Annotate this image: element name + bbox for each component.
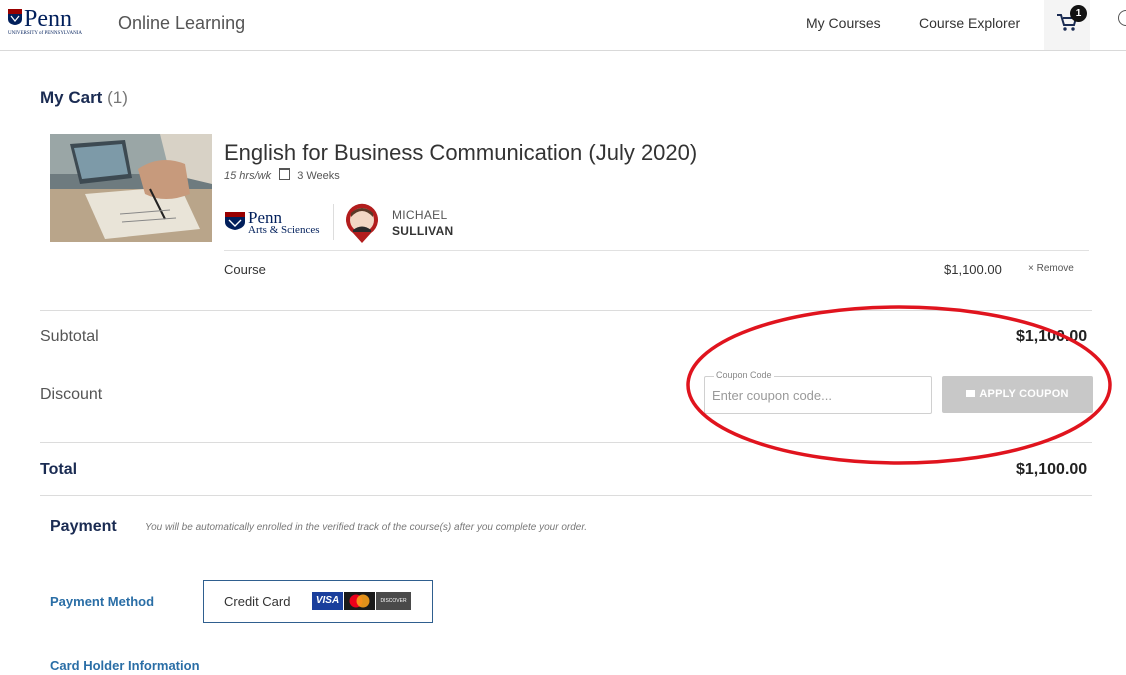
course-title[interactable]: English for Business Communication (July… <box>224 140 697 166</box>
course-hours: 15 hrs/wk <box>224 170 272 182</box>
payment-note: You will be automatically enrolled in th… <box>145 522 588 533</box>
penn-shield-icon <box>8 9 22 25</box>
total-label: Total <box>40 461 78 478</box>
penn-arts-shield-icon <box>225 212 245 230</box>
course-thumbnail[interactable] <box>50 134 212 242</box>
item-type-label: Course <box>224 262 266 277</box>
subtotal-value: $1,100.00 <box>1016 328 1088 345</box>
section-divider <box>40 442 1092 443</box>
item-price: $1,100.00 <box>944 262 1002 277</box>
card-holder-heading: Card Holder Information <box>50 658 200 673</box>
apply-coupon-label: APPLY COUPON <box>979 388 1069 400</box>
instructor-last-name: SULLIVAN <box>392 224 454 238</box>
penn-subtext: UNIVERSITY of PENNSYLVANIA <box>8 31 82 36</box>
payment-method-value: Credit Card <box>224 594 291 609</box>
remove-label: Remove <box>1036 263 1074 274</box>
section-divider <box>40 310 1092 311</box>
visa-icon: VISA <box>312 592 343 610</box>
mastercard-icon <box>344 592 375 610</box>
coupon-input[interactable] <box>712 386 924 404</box>
cart-button[interactable]: 1 <box>1044 0 1090 50</box>
ticket-icon <box>966 390 976 397</box>
apply-coupon-button[interactable]: APPLY COUPON <box>942 376 1093 413</box>
penn-wordmark: Penn <box>24 6 72 32</box>
penn-logo[interactable]: Penn UNIVERSITY of PENNSYLVANIA <box>8 6 93 38</box>
partner-subname: Arts & Sciences <box>248 224 320 236</box>
cart-heading-label: My Cart <box>40 88 103 107</box>
item-divider <box>224 250 1089 251</box>
instructor-avatar[interactable] <box>344 203 380 243</box>
cart-heading: My Cart (1) <box>40 88 128 108</box>
cart-item-count: (1) <box>107 88 128 107</box>
course-meta: 15 hrs/wk 3 Weeks <box>224 168 340 182</box>
course-duration: 3 Weeks <box>297 170 340 182</box>
coupon-field-label: Coupon Code <box>714 370 774 380</box>
subtotal-label: Subtotal <box>40 328 99 345</box>
discover-icon: DISCOVER <box>376 592 411 610</box>
divider <box>333 204 334 240</box>
section-divider <box>40 495 1092 496</box>
remove-button[interactable]: × Remove <box>1028 263 1074 274</box>
payment-method-label: Payment Method <box>50 594 155 609</box>
app-title: Online Learning <box>118 13 246 33</box>
close-icon: × <box>1028 263 1034 274</box>
calendar-icon <box>279 168 291 180</box>
cart-count-badge: 1 <box>1070 5 1087 22</box>
partner-logo: Penn Arts & Sciences <box>224 208 319 238</box>
payment-title: Payment <box>50 518 117 535</box>
course-thumbnail-image <box>50 134 212 242</box>
mastercard-circles <box>349 594 370 608</box>
instructor-first-name: MICHAEL <box>392 208 448 222</box>
nav-my-courses[interactable]: My Courses <box>806 15 881 31</box>
user-menu-icon[interactable] <box>1118 10 1126 26</box>
total-value: $1,100.00 <box>1016 461 1088 478</box>
nav-course-explorer[interactable]: Course Explorer <box>919 15 1020 31</box>
payment-method-credit-card[interactable]: Credit Card VISA DISCOVER <box>203 580 433 623</box>
discount-label: Discount <box>40 386 103 403</box>
top-header: Penn UNIVERSITY of PENNSYLVANIA Online L… <box>0 0 1126 51</box>
